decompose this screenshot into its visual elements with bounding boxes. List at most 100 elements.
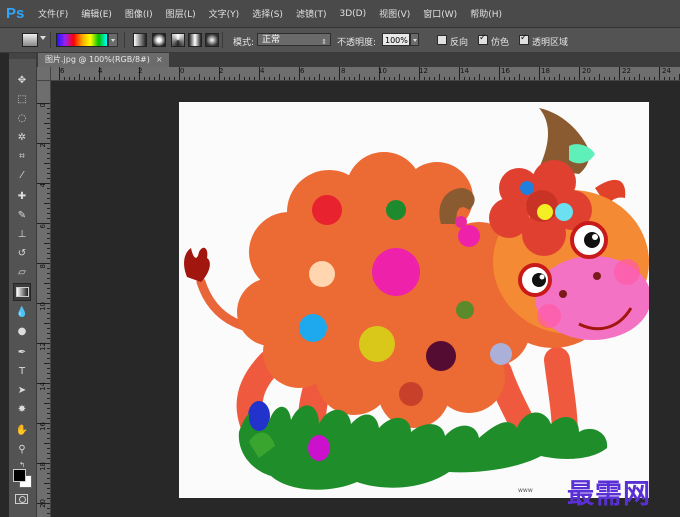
horizontal-ruler[interactable]: 6 4 2 0 2 4 6 8 10 12 14 16 18 20 22 24 bbox=[51, 67, 680, 81]
ruler-label: 12 bbox=[419, 67, 428, 75]
watermark-logo: 最需网 bbox=[567, 479, 651, 510]
move-tool-icon[interactable]: ✥ bbox=[13, 72, 31, 90]
radial-gradient-icon[interactable] bbox=[152, 33, 166, 47]
watermark-url: www bbox=[518, 487, 533, 494]
transparency-label: 透明区域 bbox=[532, 38, 569, 48]
ruler-label: 4 bbox=[39, 183, 47, 188]
ruler-label: 20 bbox=[39, 499, 47, 508]
menu-items: 文件(F) 编辑(E) 图像(I) 图层(L) 文字(Y) 选择(S) 滤镜(T… bbox=[38, 0, 515, 27]
ruler-label: 14 bbox=[39, 382, 47, 391]
ruler-label: 20 bbox=[582, 67, 591, 75]
menu-layer[interactable]: 图层(L) bbox=[166, 7, 196, 20]
menu-window[interactable]: 窗口(W) bbox=[423, 7, 457, 20]
foreground-color-swatch[interactable] bbox=[13, 469, 26, 482]
clone-stamp-tool-icon[interactable]: ⊥ bbox=[13, 226, 31, 244]
menu-help[interactable]: 帮助(H) bbox=[470, 7, 502, 20]
opacity-dropdown-button[interactable] bbox=[410, 33, 419, 46]
pen-tool-icon[interactable]: ✒ bbox=[13, 344, 31, 362]
divider bbox=[124, 32, 125, 48]
menu-image[interactable]: 图像(I) bbox=[125, 7, 153, 20]
crop-tool-icon[interactable]: ⌗ bbox=[13, 148, 31, 166]
document-tab[interactable]: 图片.jpg @ 100%(RGB/8#) × bbox=[38, 53, 169, 67]
healing-brush-tool-icon[interactable]: ✚ bbox=[13, 188, 31, 206]
menu-filter[interactable]: 滤镜(T) bbox=[296, 7, 327, 20]
ruler-label: 10 bbox=[378, 67, 387, 75]
divider bbox=[222, 32, 223, 48]
tools-panel: ✥ ⬚ ◌ ✲ ⌗ ⁄ ✚ ✎ ⊥ ↺ ▱ 💧 ● ✒ T ➤ ✸ ✋ ⚲ ↰ bbox=[9, 53, 37, 517]
menu-select[interactable]: 选择(S) bbox=[252, 7, 283, 20]
linear-gradient-icon[interactable] bbox=[133, 33, 147, 47]
ruler-label: 18 bbox=[39, 462, 47, 471]
lasso-tool-icon[interactable]: ◌ bbox=[13, 110, 31, 128]
tool-preset-icon[interactable] bbox=[22, 33, 38, 47]
ruler-label: 16 bbox=[501, 67, 510, 75]
gradient-dropdown-button[interactable] bbox=[108, 33, 118, 47]
dodge-tool-icon[interactable]: ● bbox=[13, 323, 31, 341]
ruler-label: 4 bbox=[98, 67, 103, 75]
ruler-label: 12 bbox=[39, 342, 47, 351]
diamond-gradient-icon[interactable] bbox=[205, 33, 219, 47]
up-down-arrow-icon: ⇕ bbox=[321, 38, 327, 46]
dither-label: 仿色 bbox=[491, 38, 510, 48]
ruler-label: 4 bbox=[260, 67, 265, 75]
chevron-down-icon[interactable] bbox=[40, 36, 46, 40]
ruler-label: 2 bbox=[138, 67, 143, 75]
transparency-checkbox[interactable] bbox=[519, 33, 529, 45]
menu-edit[interactable]: 编辑(E) bbox=[81, 7, 112, 20]
path-selection-tool-icon[interactable]: ➤ bbox=[13, 382, 31, 400]
marquee-tool-icon[interactable]: ⬚ bbox=[13, 91, 31, 109]
menu-3d[interactable]: 3D(D) bbox=[339, 9, 366, 19]
ruler-label: 8 bbox=[341, 67, 346, 75]
hand-tool-icon[interactable]: ✋ bbox=[13, 422, 31, 440]
menu-view[interactable]: 视图(V) bbox=[379, 7, 410, 20]
ruler-label: 14 bbox=[460, 67, 469, 75]
ruler-origin[interactable] bbox=[37, 67, 51, 81]
ruler-label: 22 bbox=[622, 67, 631, 75]
close-icon[interactable]: × bbox=[156, 55, 163, 64]
brush-tool-icon[interactable]: ✎ bbox=[13, 207, 31, 225]
eraser-tool-icon[interactable]: ▱ bbox=[13, 264, 31, 282]
divider bbox=[50, 32, 51, 48]
menu-type[interactable]: 文字(Y) bbox=[209, 7, 240, 20]
reverse-checkbox[interactable] bbox=[437, 35, 447, 45]
panel-grip[interactable] bbox=[9, 53, 36, 59]
document-tab-title: 图片.jpg @ 100%(RGB/8#) bbox=[45, 55, 150, 64]
mode-select[interactable]: 正常 ⇕ bbox=[257, 33, 331, 46]
quick-mask-icon[interactable] bbox=[15, 494, 28, 504]
ruler-label: 18 bbox=[541, 67, 550, 75]
document-tab-bar: 图片.jpg @ 100%(RGB/8#) × bbox=[37, 53, 680, 67]
reverse-label: 反向 bbox=[450, 38, 469, 48]
ruler-label: 6 bbox=[39, 224, 47, 229]
gradient-tool-icon[interactable] bbox=[13, 283, 31, 301]
ruler-label: 24 bbox=[662, 67, 671, 75]
history-brush-tool-icon[interactable]: ↺ bbox=[13, 245, 31, 263]
ruler-label: 16 bbox=[39, 422, 47, 431]
vertical-ruler[interactable]: 0 2 4 6 8 10 12 14 16 18 20 bbox=[37, 81, 51, 517]
blur-tool-icon[interactable]: 💧 bbox=[13, 304, 31, 322]
ruler-label: 6 bbox=[60, 67, 65, 75]
ox-illustration bbox=[184, 108, 649, 490]
ruler-label: 10 bbox=[39, 302, 47, 311]
opacity-label: 不透明度: bbox=[337, 38, 377, 48]
photoshop-logo: Ps bbox=[6, 5, 25, 22]
ruler-label: 2 bbox=[219, 67, 224, 75]
menu-bar: Ps 文件(F) 编辑(E) 图像(I) 图层(L) 文字(Y) 选择(S) 滤… bbox=[0, 0, 680, 28]
type-tool-icon[interactable]: T bbox=[13, 363, 31, 381]
menu-file[interactable]: 文件(F) bbox=[38, 7, 68, 20]
options-bar: 模式: 正常 ⇕ 不透明度: 100% 反向 仿色 透明区域 bbox=[0, 28, 680, 53]
eyedropper-tool-icon[interactable]: ⁄ bbox=[13, 167, 31, 185]
canvas-area[interactable] bbox=[51, 81, 680, 517]
angle-gradient-icon[interactable] bbox=[171, 33, 185, 47]
magic-wand-tool-icon[interactable]: ✲ bbox=[13, 129, 31, 147]
opacity-input[interactable]: 100% bbox=[382, 33, 410, 46]
mode-label: 模式: bbox=[233, 38, 255, 48]
reflected-gradient-icon[interactable] bbox=[188, 33, 202, 47]
shape-tool-icon[interactable]: ✸ bbox=[13, 401, 31, 419]
ruler-label: 0 bbox=[180, 67, 185, 75]
dither-checkbox[interactable] bbox=[478, 33, 488, 45]
gradient-picker[interactable] bbox=[56, 33, 108, 47]
ruler-label: 0 bbox=[39, 103, 47, 108]
mode-value: 正常 bbox=[262, 35, 281, 45]
document-canvas[interactable] bbox=[179, 102, 649, 498]
ruler-label: 6 bbox=[300, 67, 305, 75]
